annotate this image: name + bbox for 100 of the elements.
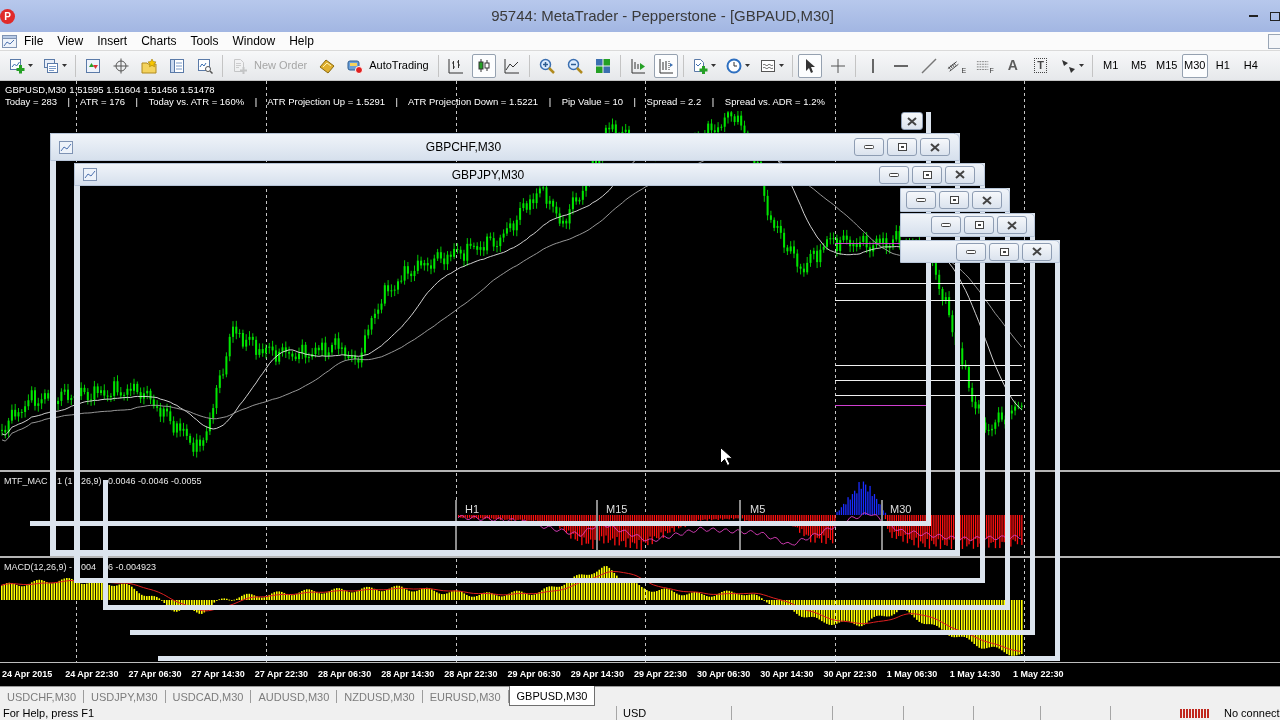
timeframe-button[interactable]: H1 (1209, 53, 1236, 78)
restore-button[interactable] (887, 138, 917, 156)
restore-button[interactable] (939, 191, 969, 209)
restore-icon (999, 247, 1009, 256)
minimize-button[interactable] (956, 242, 986, 261)
close-button[interactable] (1022, 242, 1052, 261)
menu-item[interactable]: Help (282, 32, 321, 50)
indicator-label: 0.0046 -0.0046 -0.0055 (108, 476, 202, 487)
zoom-out-icon (566, 57, 583, 74)
time-axis-label: 28 Apr 14:30 (381, 668, 436, 681)
menu-item[interactable]: View (50, 32, 91, 50)
indicator-label: MTF_MAC (4, 476, 49, 487)
time-axis-label: 30 Apr 22:30 (823, 668, 878, 681)
indicator-label: 1 (1 (57, 476, 73, 487)
minimize-icon (864, 145, 874, 149)
minimize-button[interactable] (906, 191, 936, 209)
close-button[interactable] (920, 138, 950, 156)
close-icon (907, 116, 917, 126)
timeframe-marker-label: M15 (606, 503, 628, 516)
mouse-pointer-icon (720, 447, 732, 466)
stats-line: Today = 283 | ATR = 176 | Today vs. ATR = 160% | ATR Projection Up = 1.5291 | ATR Projection Down = 1.5221 | Pip Value = 10 | Spread = 2.2 | Spread vs. ADR = 1.2% (5, 96, 825, 108)
close-button[interactable] (997, 216, 1027, 234)
time-axis-label: 27 Apr 14:30 (191, 668, 246, 681)
minimize-icon (889, 172, 899, 177)
chart-tab[interactable]: GBPUSD,M30 (508, 686, 596, 706)
minimize-button[interactable] (879, 165, 909, 184)
close-button[interactable] (945, 165, 975, 184)
quote-values: 1.51595 1.51604 1.51456 1.51478 (69, 84, 215, 96)
restore-button[interactable] (964, 216, 994, 234)
close-button[interactable] (901, 112, 923, 130)
connection-status: No connect (1223, 706, 1280, 720)
maximize-icon (1270, 11, 1280, 21)
minimize-button[interactable] (854, 138, 884, 156)
candlestick-icon (475, 57, 492, 74)
restore-icon (897, 143, 907, 151)
diamond-icon (319, 57, 336, 74)
app-logo: P (0, 8, 15, 24)
candlestick-chart-button[interactable] (471, 53, 496, 78)
text-tool-button[interactable]: A (1000, 53, 1025, 78)
timeframe-button[interactable]: M15 (1153, 53, 1180, 78)
minimize-icon (1248, 15, 1258, 17)
timeframe-marker-label: M30 (890, 503, 912, 516)
cursor-button[interactable] (797, 53, 822, 78)
time-axis-label: 28 Apr 22:30 (444, 668, 499, 681)
chart-tab[interactable]: USDJPY,M30 (84, 690, 166, 703)
window-title: GBPJPY,M30 (450, 166, 526, 184)
restore-icon (974, 221, 984, 229)
stacked-windows-icon (43, 57, 59, 74)
chart-tab[interactable]: AUDUSD,M30 (251, 690, 338, 703)
bar-chart-icon (447, 57, 464, 74)
menu-item[interactable]: Tools (183, 32, 226, 50)
chart-tab[interactable]: USDCAD,M30 (165, 690, 252, 703)
menu-item[interactable]: File (17, 32, 51, 50)
restore-button[interactable] (912, 165, 942, 184)
window-title: 95744: MetaTrader - Pepperstone - [GBPAUD,M30] (490, 5, 835, 26)
time-axis-label: 1 May 14:30 (949, 668, 1002, 681)
chart-tab[interactable]: USDCHF,M30 (0, 690, 85, 703)
autotrading-button[interactable]: AutoTrading (343, 53, 433, 78)
robot-stop-icon (347, 57, 364, 74)
help-text: For Help, press F1 (2, 706, 96, 720)
document-plus-icon (232, 57, 248, 74)
zoom-in-icon (538, 57, 555, 74)
menu-item[interactable]: Charts (134, 32, 184, 50)
window-magnifier-icon (197, 57, 213, 74)
window-list-icon (169, 57, 185, 74)
indicator-label: 004 (81, 562, 98, 573)
time-axis-label: 28 Apr 06:30 (317, 668, 373, 681)
shift-chart-icon (657, 57, 674, 74)
window-waves-icon (759, 57, 776, 74)
chart-tab[interactable]: NZDUSD,M30 (337, 690, 423, 703)
close-icon (930, 142, 940, 152)
restore-button[interactable] (989, 242, 1019, 261)
time-axis-label: 29 Apr 22:30 (633, 668, 689, 681)
chart-plus-icon (9, 57, 25, 74)
close-icon (1007, 220, 1017, 230)
vertical-line-icon (871, 58, 874, 73)
timeframe-button[interactable]: M5 (1125, 53, 1152, 78)
minimize-button[interactable] (931, 216, 961, 234)
chart-shift-button[interactable] (653, 53, 678, 78)
text-label-button[interactable]: T (1028, 53, 1053, 78)
timeframe-button[interactable]: H4 (1237, 53, 1264, 78)
restore-icon (949, 196, 959, 204)
time-axis-label: 24 Apr 2015 (2, 668, 54, 681)
chart-tab[interactable]: EURUSD,M30 (422, 690, 509, 703)
minimize-icon (966, 249, 976, 254)
timeframe-button[interactable]: M30 (1181, 53, 1208, 78)
close-icon (982, 195, 992, 205)
close-button[interactable] (972, 191, 1002, 209)
indicator-label: 26,9) (81, 476, 102, 487)
time-axis-label: 1 May 06:30 (886, 668, 939, 681)
diagonal-line-icon (920, 57, 937, 74)
clock-icon (725, 57, 742, 74)
window-arrows-icon (85, 57, 101, 74)
timeframe-button[interactable]: M1 (1097, 53, 1124, 78)
minimize-icon (916, 198, 926, 202)
horizontal-line-icon (893, 64, 908, 67)
document-plus-icon (691, 57, 708, 74)
menu-item[interactable]: Window (225, 32, 283, 50)
menu-item[interactable]: Insert (90, 32, 135, 50)
timeframe-marker-label: M5 (750, 503, 766, 516)
